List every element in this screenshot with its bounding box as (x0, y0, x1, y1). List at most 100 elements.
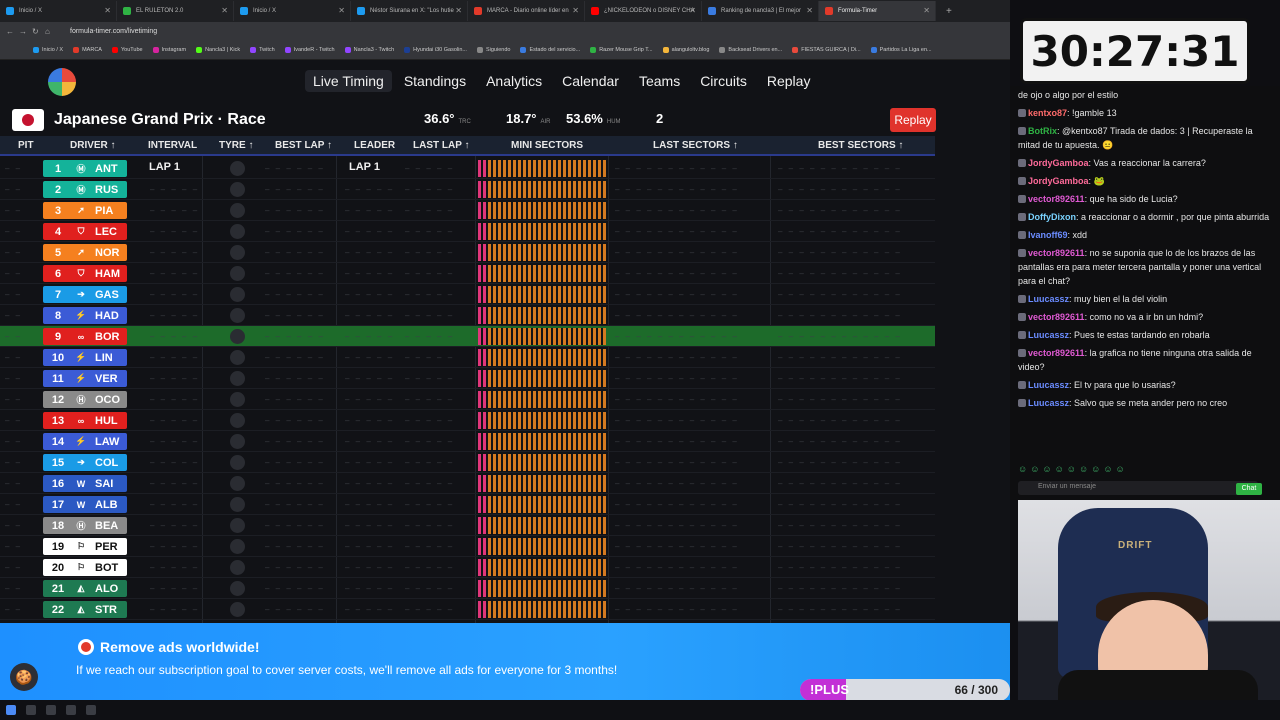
driver-badge[interactable]: 4 ⛉ LEC (43, 223, 127, 240)
chat-username[interactable]: Luucassz (1028, 330, 1069, 340)
chat-username[interactable]: vector892611 (1028, 312, 1085, 322)
table-row[interactable]: 17 W ALB – – – – – – – – – – – – – – – – – – – … (0, 494, 935, 515)
browser-tab[interactable]: Formula-Timer ✕ (819, 1, 936, 21)
close-tab-icon[interactable]: ✕ (923, 6, 930, 15)
browser-tab[interactable]: EL RULETON 2.0 ✕ (117, 1, 234, 21)
bookmark[interactable]: IvandeR - Twitch (282, 46, 338, 53)
plus-progress-bar[interactable]: !PLUS 66 / 300 (800, 679, 1010, 700)
driver-badge[interactable]: 5 ➚ NOR (43, 244, 127, 261)
bookmark[interactable]: Nancla3 | Kick (193, 46, 243, 53)
close-tab-icon[interactable]: ✕ (689, 6, 696, 15)
bookmark[interactable]: Nancla3 - Twitch (342, 46, 398, 53)
table-row[interactable]: 9 ∞ BOR – – – – – – – – – – – – – – – – – – – –… (0, 326, 935, 347)
chat-username[interactable]: BotRix (1028, 126, 1057, 136)
chat-username[interactable]: kentxo87 (1028, 108, 1067, 118)
browser-tab[interactable]: Ranking de nancla3 | El mejor ✕ (702, 1, 819, 21)
table-row[interactable]: 8 ⚡ HAD – – – – – – – – – – – – – – – – – – – –… (0, 305, 935, 326)
reload-icon[interactable]: ↻ (32, 27, 45, 36)
bookmark[interactable]: Siguiendo (474, 46, 513, 53)
driver-badge[interactable]: 10 ⚡ LIN (43, 349, 127, 366)
replay-button[interactable]: Replay (890, 108, 936, 132)
site-logo[interactable] (48, 68, 76, 96)
table-row[interactable]: 20 ⚐ BOT – – – – – – – – – – – – – – – – – – – … (0, 557, 935, 578)
nav-replay[interactable]: Replay (759, 70, 819, 92)
table-row[interactable]: 7 ➔ GAS – – – – – – – – – – – – – – – – – – – –… (0, 284, 935, 305)
chat-username[interactable]: vector892611 (1028, 248, 1085, 258)
driver-badge[interactable]: 22 ◭ STR (43, 601, 127, 618)
chat-username[interactable]: Luucassz (1028, 294, 1069, 304)
browser-tab[interactable]: Inicio / X ✕ (0, 1, 117, 21)
table-row[interactable]: 21 ◭ ALO – – – – – – – – – – – – – – – – – – – … (0, 578, 935, 599)
app-icon[interactable] (46, 705, 56, 715)
driver-badge[interactable]: 15 ➔ COL (43, 454, 127, 471)
home-icon[interactable]: ⌂ (45, 27, 58, 36)
start-icon[interactable] (6, 705, 16, 715)
column-header[interactable]: LAST LAP ↑ (413, 140, 469, 151)
bookmark[interactable]: MARCA (70, 46, 105, 53)
table-row[interactable]: 19 ⚐ PER – – – – – – – – – – – – – – – – – – – … (0, 536, 935, 557)
close-tab-icon[interactable]: ✕ (338, 6, 345, 15)
table-row[interactable]: 4 ⛉ LEC – – – – – – – – – – – – – – – – – – – –… (0, 221, 935, 242)
chat-username[interactable]: DoffyDixon (1028, 212, 1076, 222)
column-header[interactable]: TYRE ↑ (219, 140, 253, 151)
bookmark[interactable]: Inicio / X (30, 46, 66, 53)
bookmark[interactable]: Razer Mouse Grip T... (587, 46, 655, 53)
chat-send-button[interactable]: Chat (1236, 483, 1262, 495)
bookmark[interactable]: FIESTAS GUIRCA | Di... (789, 46, 863, 53)
nav-standings[interactable]: Standings (396, 70, 474, 92)
driver-badge[interactable]: 19 ⚐ PER (43, 538, 127, 555)
bookmark[interactable]: Backseat Drivers en... (716, 46, 785, 53)
chat-username[interactable]: JordyGamboa (1028, 176, 1089, 186)
table-row[interactable]: 5 ➚ NOR – – – – – – – – – – – – – – – – – – – –… (0, 242, 935, 263)
driver-badge[interactable]: 7 ➔ GAS (43, 286, 127, 303)
chat-username[interactable]: Ivanoff69 (1028, 230, 1068, 240)
driver-badge[interactable]: 11 ⚡ VER (43, 370, 127, 387)
bookmark[interactable]: Twitch (247, 46, 278, 53)
nav-analytics[interactable]: Analytics (478, 70, 550, 92)
driver-badge[interactable]: 9 ∞ BOR (43, 328, 127, 345)
table-row[interactable]: 18 Ⓗ BEA – – – – – – – – – – – – – – – – – – – … (0, 515, 935, 536)
driver-badge[interactable]: 6 ⛉ HAM (43, 265, 127, 282)
close-tab-icon[interactable]: ✕ (221, 6, 228, 15)
close-tab-icon[interactable]: ✕ (104, 6, 111, 15)
nav-calendar[interactable]: Calendar (554, 70, 627, 92)
chat-username[interactable]: JordyGamboa (1028, 158, 1089, 168)
browser-tab[interactable]: Inicio / X ✕ (234, 1, 351, 21)
table-row[interactable]: 3 ➚ PIA – – – – – – – – – – – – – – – – – – – –… (0, 200, 935, 221)
driver-badge[interactable]: 13 ∞ HUL (43, 412, 127, 429)
table-row[interactable]: 15 ➔ COL – – – – – – – – – – – – – – – – – – – … (0, 452, 935, 473)
browser-tab[interactable]: ¿NICKELODEON o DISNEY CHA ✕ (585, 1, 702, 21)
table-row[interactable]: 2 Ⓜ RUS – – – – – – – – – – – – – – – – – – – –… (0, 179, 935, 200)
browser-tab[interactable]: Néstor Siurana en X: "Los hutie ✕ (351, 1, 468, 21)
chat-username[interactable]: vector892611 (1028, 348, 1085, 358)
app-icon[interactable] (66, 705, 76, 715)
bookmark[interactable]: Partidos La Liga en... (868, 46, 935, 53)
table-row[interactable]: 11 ⚡ VER – – – – – – – – – – – – – – – – – – – … (0, 368, 935, 389)
url-field[interactable]: formula-timer.com/livetiming (70, 28, 157, 35)
chat-input[interactable]: Enviar un mensaje (1018, 481, 1258, 495)
column-header[interactable]: DRIVER ↑ (70, 140, 116, 151)
table-row[interactable]: 16 W SAI – – – – – – – – – – – – – – – – – – – … (0, 473, 935, 494)
driver-badge[interactable]: 17 W ALB (43, 496, 127, 513)
close-tab-icon[interactable]: ✕ (455, 6, 462, 15)
browser-tab[interactable]: MARCA - Diario online líder en ✕ (468, 1, 585, 21)
column-header[interactable]: BEST LAP ↑ (275, 140, 332, 151)
nav-teams[interactable]: Teams (631, 70, 688, 92)
back-icon[interactable]: ← (6, 27, 19, 36)
close-tab-icon[interactable]: ✕ (572, 6, 579, 15)
nav-circuits[interactable]: Circuits (692, 70, 755, 92)
driver-badge[interactable]: 8 ⚡ HAD (43, 307, 127, 324)
close-tab-icon[interactable]: ✕ (806, 6, 813, 15)
driver-badge[interactable]: 14 ⚡ LAW (43, 433, 127, 450)
table-row[interactable]: 13 ∞ HUL – – – – – – – – – – – – – – – – – – – … (0, 410, 935, 431)
driver-badge[interactable]: 2 Ⓜ RUS (43, 181, 127, 198)
driver-badge[interactable]: 1 Ⓜ ANT (43, 160, 127, 177)
chat-emote-bar[interactable]: ☺☺☺☺☺☺☺☺☺ (1018, 464, 1128, 474)
chat-username[interactable]: vector892611 (1028, 194, 1085, 204)
app-icon[interactable] (86, 705, 96, 715)
bookmark[interactable]: Instagram (150, 46, 189, 53)
nav-live-timing[interactable]: Live Timing (305, 70, 392, 92)
table-row[interactable]: 22 ◭ STR – – – – – – – – – – – – – – – – – – – … (0, 599, 935, 620)
column-header[interactable]: INTERVAL (148, 140, 197, 151)
driver-badge[interactable]: 20 ⚐ BOT (43, 559, 127, 576)
